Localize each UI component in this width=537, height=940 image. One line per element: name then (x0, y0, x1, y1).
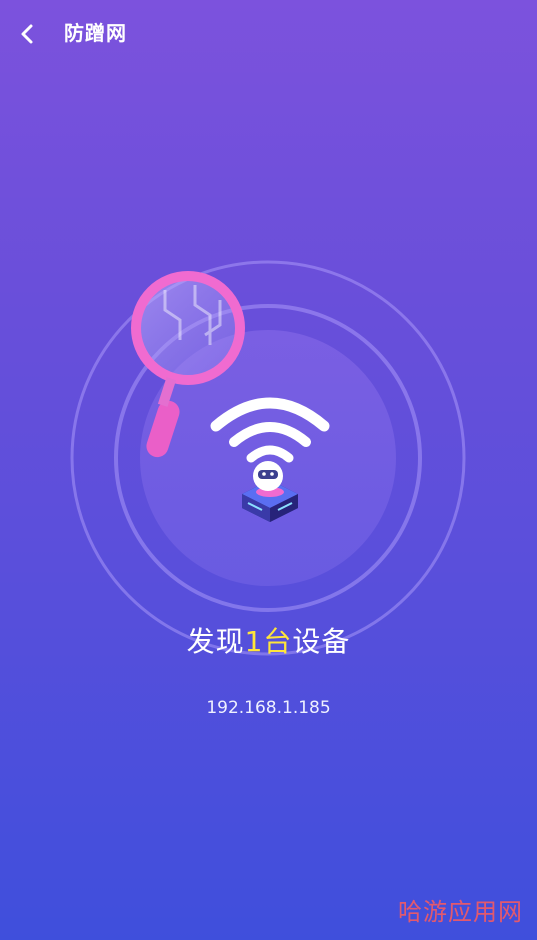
back-button[interactable] (12, 18, 44, 50)
page-title: 防蹭网 (64, 21, 127, 45)
result-prefix: 发现 (186, 625, 245, 658)
result-suffix: 设备 (292, 625, 351, 658)
radar-rings (70, 260, 466, 656)
scan-graphic (70, 260, 466, 656)
device-count: 1台 (244, 625, 293, 658)
scan-illustration (0, 240, 537, 680)
scan-result-text: 发现1台设备 (0, 622, 537, 662)
top-bar: 防蹭网 (0, 0, 537, 66)
chevron-left-icon (21, 24, 33, 44)
device-ip-address: 192.168.1.185 (206, 698, 331, 718)
watermark: 哈游应用网 (398, 898, 523, 926)
